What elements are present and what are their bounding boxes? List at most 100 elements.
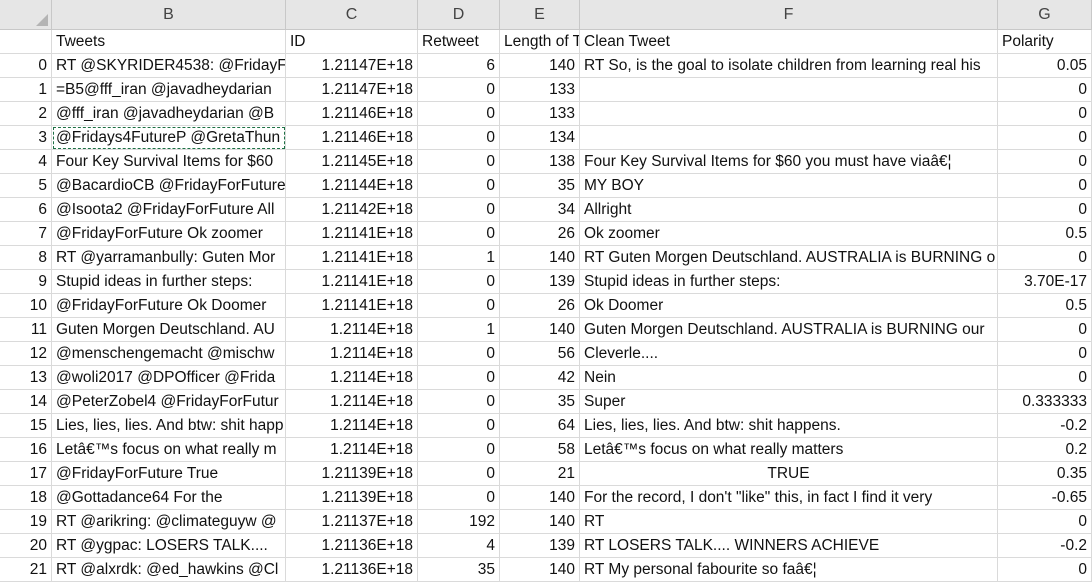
polarity-cell[interactable]: 0.35 bbox=[998, 462, 1092, 486]
tweet-cell[interactable]: RT @yarramanbully: Guten Mor bbox=[52, 246, 286, 270]
clean-tweet-cell[interactable]: Allright bbox=[580, 198, 998, 222]
id-cell[interactable]: 1.21144E+18 bbox=[286, 174, 418, 198]
row-index-cell[interactable]: 12 bbox=[0, 342, 52, 366]
length-cell[interactable]: 42 bbox=[500, 366, 580, 390]
polarity-cell[interactable]: 0 bbox=[998, 78, 1092, 102]
column-header-e[interactable]: E bbox=[500, 0, 580, 30]
cell-retweet-header[interactable]: Retweet bbox=[418, 30, 500, 54]
length-cell[interactable]: 35 bbox=[500, 174, 580, 198]
row-index-cell[interactable]: 13 bbox=[0, 366, 52, 390]
row-index-cell[interactable]: 1 bbox=[0, 78, 52, 102]
length-cell[interactable]: 133 bbox=[500, 78, 580, 102]
row-index-cell[interactable]: 16 bbox=[0, 438, 52, 462]
length-cell[interactable]: 134 bbox=[500, 126, 580, 150]
id-cell[interactable]: 1.21141E+18 bbox=[286, 222, 418, 246]
length-cell[interactable]: 21 bbox=[500, 462, 580, 486]
retweet-cell[interactable]: 192 bbox=[418, 510, 500, 534]
id-cell[interactable]: 1.21141E+18 bbox=[286, 246, 418, 270]
length-cell[interactable]: 140 bbox=[500, 246, 580, 270]
polarity-cell[interactable]: 0.05 bbox=[998, 54, 1092, 78]
row-index-cell[interactable]: 8 bbox=[0, 246, 52, 270]
row-index-cell[interactable]: 18 bbox=[0, 486, 52, 510]
id-cell[interactable]: 1.21147E+18 bbox=[286, 78, 418, 102]
clean-tweet-cell[interactable]: RT LOSERS TALK.... WINNERS ACHIEVE bbox=[580, 534, 998, 558]
row-index-cell[interactable]: 0 bbox=[0, 54, 52, 78]
retweet-cell[interactable]: 0 bbox=[418, 198, 500, 222]
retweet-cell[interactable]: 0 bbox=[418, 150, 500, 174]
id-cell[interactable]: 1.21139E+18 bbox=[286, 486, 418, 510]
polarity-cell[interactable]: 0 bbox=[998, 246, 1092, 270]
tweet-cell[interactable]: @Gottadance64 For the bbox=[52, 486, 286, 510]
clean-tweet-cell[interactable] bbox=[580, 102, 998, 126]
polarity-cell[interactable]: 0.333333 bbox=[998, 390, 1092, 414]
retweet-cell[interactable]: 35 bbox=[418, 558, 500, 582]
row-index-cell[interactable]: 9 bbox=[0, 270, 52, 294]
cell-polarity-header[interactable]: Polarity bbox=[998, 30, 1092, 54]
id-cell[interactable]: 1.2114E+18 bbox=[286, 366, 418, 390]
row-index-cell[interactable]: 4 bbox=[0, 150, 52, 174]
polarity-cell[interactable]: 3.70E-17 bbox=[998, 270, 1092, 294]
id-cell[interactable]: 1.2114E+18 bbox=[286, 318, 418, 342]
polarity-cell[interactable]: 0 bbox=[998, 558, 1092, 582]
retweet-cell[interactable]: 0 bbox=[418, 414, 500, 438]
length-cell[interactable]: 26 bbox=[500, 294, 580, 318]
column-header-g[interactable]: G bbox=[998, 0, 1092, 30]
id-cell[interactable]: 1.21141E+18 bbox=[286, 270, 418, 294]
retweet-cell[interactable]: 0 bbox=[418, 486, 500, 510]
length-cell[interactable]: 35 bbox=[500, 390, 580, 414]
length-cell[interactable]: 56 bbox=[500, 342, 580, 366]
retweet-cell[interactable]: 0 bbox=[418, 222, 500, 246]
row-index-cell[interactable]: 6 bbox=[0, 198, 52, 222]
length-cell[interactable]: 133 bbox=[500, 102, 580, 126]
retweet-cell[interactable]: 0 bbox=[418, 342, 500, 366]
length-cell[interactable]: 140 bbox=[500, 318, 580, 342]
length-cell[interactable]: 58 bbox=[500, 438, 580, 462]
tweet-cell[interactable]: Four Key Survival Items for $60 bbox=[52, 150, 286, 174]
id-cell[interactable]: 1.2114E+18 bbox=[286, 438, 418, 462]
length-cell[interactable]: 64 bbox=[500, 414, 580, 438]
clean-tweet-cell[interactable]: RT bbox=[580, 510, 998, 534]
tweet-cell[interactable]: Guten Morgen Deutschland. AU bbox=[52, 318, 286, 342]
length-cell[interactable]: 26 bbox=[500, 222, 580, 246]
clean-tweet-cell[interactable]: Guten Morgen Deutschland. AUSTRALIA is B… bbox=[580, 318, 998, 342]
length-cell[interactable]: 140 bbox=[500, 486, 580, 510]
column-header-d[interactable]: D bbox=[418, 0, 500, 30]
retweet-cell[interactable]: 1 bbox=[418, 246, 500, 270]
polarity-cell[interactable]: 0.2 bbox=[998, 438, 1092, 462]
cell-length-header[interactable]: Length of T bbox=[500, 30, 580, 54]
id-cell[interactable]: 1.21146E+18 bbox=[286, 102, 418, 126]
retweet-cell[interactable]: 6 bbox=[418, 54, 500, 78]
length-cell[interactable]: 140 bbox=[500, 54, 580, 78]
id-cell[interactable]: 1.21136E+18 bbox=[286, 534, 418, 558]
row-index-cell[interactable]: 7 bbox=[0, 222, 52, 246]
retweet-cell[interactable]: 0 bbox=[418, 78, 500, 102]
id-cell[interactable]: 1.21136E+18 bbox=[286, 558, 418, 582]
length-cell[interactable]: 138 bbox=[500, 150, 580, 174]
tweet-cell[interactable]: RT @arikring: @climateguyw @ bbox=[52, 510, 286, 534]
cell-a-header[interactable] bbox=[0, 30, 52, 54]
tweet-cell[interactable]: Stupid ideas in further steps: bbox=[52, 270, 286, 294]
tweet-cell[interactable]: @woli2017 @DPOfficer @Frida bbox=[52, 366, 286, 390]
row-index-cell[interactable]: 14 bbox=[0, 390, 52, 414]
retweet-cell[interactable]: 0 bbox=[418, 366, 500, 390]
length-cell[interactable]: 140 bbox=[500, 558, 580, 582]
row-index-cell[interactable]: 10 bbox=[0, 294, 52, 318]
tweet-cell[interactable]: @Fridays4FutureP @GretaThun bbox=[52, 126, 286, 150]
polarity-cell[interactable]: -0.2 bbox=[998, 534, 1092, 558]
tweet-cell[interactable]: @FridayForFuture True bbox=[52, 462, 286, 486]
clean-tweet-cell[interactable]: Super bbox=[580, 390, 998, 414]
tweet-cell[interactable]: RT @alxrdk: @ed_hawkins @Cl bbox=[52, 558, 286, 582]
retweet-cell[interactable]: 0 bbox=[418, 438, 500, 462]
tweet-cell[interactable]: =B5@fff_iran @javadheydarian bbox=[52, 78, 286, 102]
tweet-cell[interactable]: @PeterZobel4 @FridayForFutur bbox=[52, 390, 286, 414]
retweet-cell[interactable]: 4 bbox=[418, 534, 500, 558]
polarity-cell[interactable]: 0.5 bbox=[998, 222, 1092, 246]
clean-tweet-cell[interactable]: Letâ€™s focus on what really matters bbox=[580, 438, 998, 462]
clean-tweet-cell[interactable]: Stupid ideas in further steps: bbox=[580, 270, 998, 294]
polarity-cell[interactable]: 0 bbox=[998, 126, 1092, 150]
clean-tweet-cell[interactable]: Nein bbox=[580, 366, 998, 390]
tweet-cell[interactable]: @menschengemacht @mischw bbox=[52, 342, 286, 366]
row-index-cell[interactable]: 5 bbox=[0, 174, 52, 198]
column-header-b[interactable]: B bbox=[52, 0, 286, 30]
id-cell[interactable]: 1.21146E+18 bbox=[286, 126, 418, 150]
